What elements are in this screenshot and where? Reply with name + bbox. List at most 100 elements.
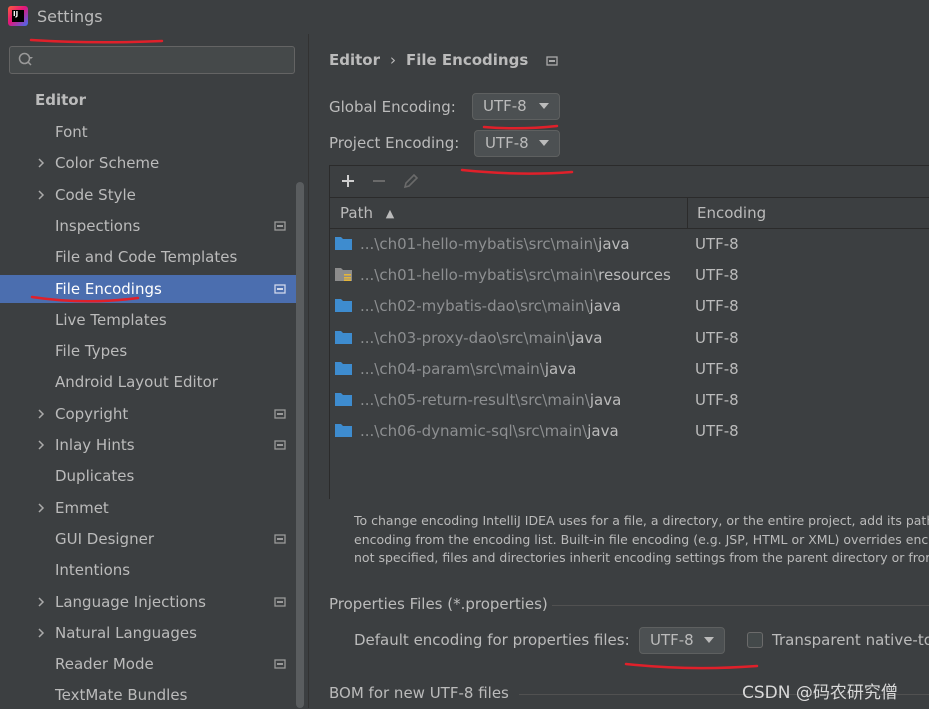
sidebar-item-label: Inspections [55,217,141,235]
breadcrumb-current: File Encodings [406,51,529,69]
table-row[interactable]: ...\ch01-hello-mybatis\src\main\resource… [330,260,929,291]
encoding-column-header[interactable]: Encoding [697,198,766,228]
sidebar-item-label: Color Scheme [55,154,160,172]
tree-section-editor[interactable]: Editor [0,86,300,114]
path-leaf: resources [598,266,671,284]
sidebar-item-textmate-bundles[interactable]: TextMate Bundles [0,681,300,709]
project-encoding-label: Project Encoding: [329,134,460,152]
chevron-right-icon[interactable] [36,158,46,168]
chevron-right-icon[interactable] [36,190,46,200]
chevron-down-icon [539,103,549,109]
sidebar-item-code-style[interactable]: Code Style [0,181,300,209]
project-scope-icon [274,534,286,544]
properties-encoding-label: Default encoding for properties files: [354,631,630,649]
row-path: ...\ch04-param\src\main\java [360,354,576,385]
path-prefix: ...\ch01-hello-mybatis\src\main\ [360,266,599,284]
sidebar-item-label: Intentions [55,561,131,579]
edit-pencil-icon[interactable] [402,172,420,190]
table-row[interactable]: ...\ch01-hello-mybatis\src\main\java UTF-… [330,229,929,260]
row-path: ...\ch01-hello-mybatis\src\main\java [360,229,630,260]
breadcrumb-parent[interactable]: Editor [329,51,380,69]
column-divider[interactable] [687,198,688,228]
source-folder-icon [335,362,352,375]
path-prefix: ...\ch01-hello-mybatis\src\main\ [360,235,599,253]
sidebar-item-label: TextMate Bundles [55,686,188,704]
sidebar-item-label: File Types [55,342,128,360]
resources-folder-icon [335,268,352,281]
project-scope-icon [274,440,286,450]
settings-search-input[interactable] [9,46,295,74]
sidebar-item-android-layout-editor[interactable]: Android Layout Editor [0,368,300,396]
project-scope-icon [274,409,286,419]
global-encoding-select[interactable]: UTF-8 [472,93,560,120]
row-path: ...\ch03-proxy-dao\src\main\java [360,323,602,354]
row-encoding[interactable]: UTF-8 [695,354,739,385]
group-divider [552,605,929,606]
add-icon[interactable] [339,172,357,190]
remove-icon[interactable] [370,172,388,190]
csdn-watermark: CSDN @码农研究僧 [742,683,898,703]
path-prefix: ...\ch05-return-result\src\main\ [360,391,590,409]
sidebar-item-duplicates[interactable]: Duplicates [0,462,300,490]
sidebar-item-label: Code Style [55,186,136,204]
sidebar-item-label: Emmet [55,499,109,517]
sidebar-item-reader-mode[interactable]: Reader Mode [0,650,300,678]
chevron-right-icon[interactable] [36,597,46,607]
row-encoding[interactable]: UTF-8 [695,323,739,354]
sidebar-item-label: Language Injections [55,593,206,611]
sidebar-item-file-types[interactable]: File Types [0,337,300,365]
row-encoding[interactable]: UTF-8 [695,385,739,416]
path-leaf: java [587,422,619,440]
table-row[interactable]: ...\ch06-dynamic-sql\src\main\java UTF-8 [330,416,929,447]
table-row[interactable]: ...\ch02-mybatis-dao\src\main\java UTF-8 [330,291,929,322]
sidebar-item-file-and-code-templates[interactable]: File and Code Templates [0,243,300,271]
sidebar-item-gui-designer[interactable]: GUI Designer [0,525,300,553]
bom-group-title: BOM for new UTF-8 files [329,684,509,702]
sidebar-item-inspections[interactable]: Inspections [0,212,300,240]
row-encoding[interactable]: UTF-8 [695,229,739,260]
row-encoding[interactable]: UTF-8 [695,416,739,447]
project-scope-icon [274,284,286,294]
sidebar-item-natural-languages[interactable]: Natural Languages [0,619,300,647]
sidebar-item-font[interactable]: Font [0,118,300,146]
table-row[interactable]: ...\ch04-param\src\main\java UTF-8 [330,354,929,385]
sidebar-scrollbar[interactable] [296,182,304,708]
chevron-right-icon[interactable] [36,409,46,419]
path-leaf: java [544,360,577,378]
row-encoding[interactable]: UTF-8 [695,291,739,322]
properties-encoding-select[interactable]: UTF-8 [639,627,725,654]
sidebar-item-color-scheme[interactable]: Color Scheme [0,149,300,177]
sidebar-item-label: File Encodings [55,280,162,298]
chevron-right-icon[interactable] [36,628,46,638]
sidebar-item-emmet[interactable]: Emmet [0,494,300,522]
sidebar-item-label: Natural Languages [55,624,197,642]
table-row[interactable]: ...\ch03-proxy-dao\src\main\java UTF-8 [330,323,929,354]
help-text: To change encoding IntelliJ IDEA uses fo… [354,512,929,568]
properties-group-title: Properties Files (*.properties) [329,595,548,613]
help-line: not specified, files and directories inh… [354,550,929,565]
table-row[interactable]: ...\ch05-return-result\src\main\java UTF-… [330,385,929,416]
sidebar-item-label: Reader Mode [55,655,154,673]
source-folder-icon [335,424,352,437]
project-scope-icon [274,659,286,669]
sidebar-item-live-templates[interactable]: Live Templates [0,306,300,334]
transparent-native-to-ascii-checkbox[interactable] [747,632,763,648]
path-column-header[interactable]: Path ▲ [340,198,394,228]
row-encoding[interactable]: UTF-8 [695,260,739,291]
transparent-native-label[interactable]: Transparent native-to [772,631,929,649]
sidebar-item-language-injections[interactable]: Language Injections [0,588,300,616]
sidebar-item-inlay-hints[interactable]: Inlay Hints [0,431,300,459]
path-prefix: ...\ch03-proxy-dao\src\main\ [360,329,572,347]
chevron-right-icon[interactable] [36,503,46,513]
search-icon[interactable] [18,52,34,68]
sidebar-item-copyright[interactable]: Copyright [0,400,300,428]
global-encoding-label: Global Encoding: [329,98,456,116]
sidebar-item-intentions[interactable]: Intentions [0,556,300,584]
project-encoding-select[interactable]: UTF-8 [474,130,560,157]
sidebar-item-file-encodings[interactable]: File Encodings [0,275,300,303]
row-path: ...\ch02-mybatis-dao\src\main\java [360,291,621,322]
chevron-right-icon[interactable] [36,440,46,450]
chevron-down-icon [539,140,549,146]
source-folder-icon [335,393,352,406]
path-leaf: java [598,235,630,253]
